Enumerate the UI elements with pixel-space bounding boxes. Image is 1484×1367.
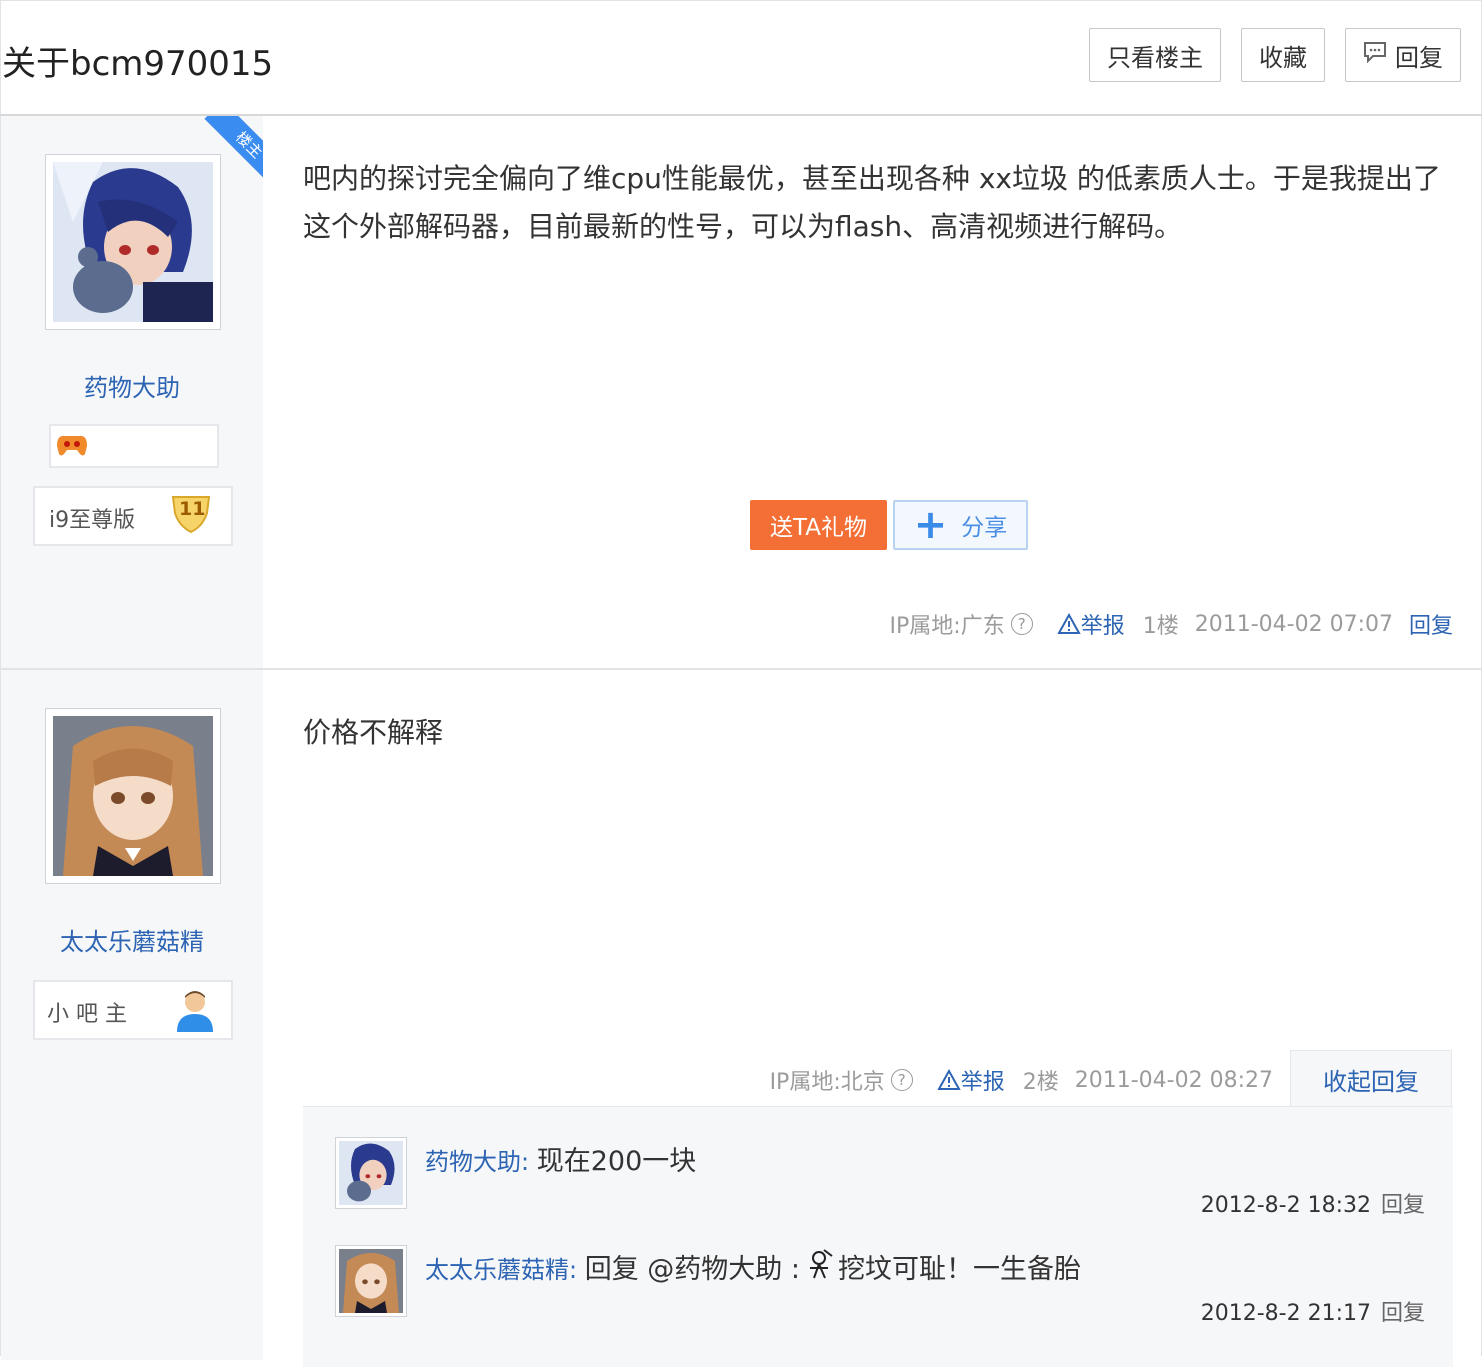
post-meta: IP属地:广东 ? 举报 1楼 2011-04-02 07:07 回复 — [890, 608, 1453, 640]
collapse-replies-button[interactable]: 收起回复 — [1290, 1050, 1452, 1108]
sub-reply-author[interactable]: 太太乐蘑菇精 — [425, 1256, 569, 1284]
avatar-image — [53, 716, 213, 876]
sub-reply-content-prefix: 回复 @药物大助 : — [584, 1254, 800, 1285]
author-name[interactable]: 药物大助 — [1, 368, 263, 403]
avatar-image — [339, 1141, 403, 1205]
post-meta: IP属地:北京 ? 举报 2楼 2011-04-02 08:27 — [770, 1064, 1273, 1096]
report-link[interactable]: 举报 — [937, 1064, 1005, 1096]
sub-reply-reply-link[interactable]: 回复 — [1381, 1193, 1425, 1218]
avatar[interactable] — [45, 708, 221, 884]
post-reply-link[interactable]: 回复 — [1409, 608, 1453, 640]
role-badge: 小 吧 主 — [33, 980, 233, 1040]
reply-button[interactable]: 回复 — [1345, 28, 1461, 82]
favorite-button[interactable]: 收藏 — [1241, 28, 1325, 82]
ip-location: IP属地:北京 — [769, 1070, 885, 1095]
avatar-image — [339, 1249, 403, 1313]
reply-button-label: 回复 — [1395, 43, 1443, 72]
share-label: 分享 — [961, 515, 1008, 541]
author-name[interactable]: 太太乐蘑菇精 — [1, 922, 263, 957]
icon-badge-box — [49, 424, 219, 468]
avatar-image — [53, 162, 213, 322]
only-lz-button[interactable]: 只看楼主 — [1089, 28, 1221, 82]
author-sidebar: 太太乐蘑菇精 小 吧 主 — [1, 670, 263, 1360]
sub-reply-content: 挖坟可耻！一生备胎 — [837, 1254, 1081, 1285]
post-content: 价格不解释 — [303, 716, 444, 749]
post: 太太乐蘑菇精 小 吧 主 价格不解释 IP属地:北京 ? 举报 2楼 2011-… — [1, 670, 1481, 1367]
sub-reply-meta: 2012-8-2 21:17 回复 — [1201, 1295, 1425, 1327]
post-time: 2011-04-02 07:07 — [1194, 611, 1393, 637]
warning-icon — [1057, 613, 1081, 634]
avatar[interactable] — [45, 154, 221, 330]
post: 楼主 药物大助 i9至尊版 11 吧内的探讨完全偏向了维cpu性能最优，甚至出现… — [1, 116, 1481, 670]
sub-reply-list: 药物大助: 现在200一块 2012-8-2 18:32 回复 太太乐蘑菇精: 回… — [303, 1106, 1453, 1367]
post-time: 2011-04-02 08:27 — [1074, 1067, 1273, 1093]
sub-reply-avatar[interactable] — [335, 1245, 407, 1317]
ip-location: IP属地:广东 — [889, 614, 1005, 639]
sub-reply-author[interactable]: 药物大助 — [425, 1148, 521, 1176]
level-number: 11 — [179, 498, 206, 520]
post-content: 吧内的探讨完全偏向了维cpu性能最优，甚至出现各种 xx垃圾 的低素质人士。于是… — [303, 162, 1441, 243]
floor-number: 1楼 — [1142, 614, 1179, 639]
author-sidebar: 楼主 药物大助 i9至尊版 11 — [1, 116, 263, 668]
warning-icon — [937, 1069, 961, 1090]
share-button[interactable]: + 分享 — [893, 500, 1028, 550]
report-link[interactable]: 举报 — [1057, 608, 1125, 640]
role-badge-label: 小 吧 主 — [47, 1002, 127, 1027]
sub-reply-time: 2012-8-2 18:32 — [1200, 1193, 1371, 1218]
sub-reply-content: 现在200一块 — [536, 1146, 697, 1177]
floor-number: 2楼 — [1022, 1070, 1059, 1095]
level-badge[interactable]: i9至尊版 11 — [33, 486, 233, 546]
user-icon — [175, 988, 215, 1036]
sub-reply-meta: 2012-8-2 18:32 回复 — [1201, 1187, 1425, 1219]
sub-reply-text: 太太乐蘑菇精: 回复 @药物大助 : 挖坟可耻！一生备胎 — [425, 1247, 1081, 1289]
sub-reply-reply-link[interactable]: 回复 — [1381, 1301, 1425, 1326]
sub-reply-avatar[interactable] — [335, 1137, 407, 1209]
plus-icon: + — [913, 502, 948, 548]
sub-reply-text: 药物大助: 现在200一块 — [425, 1146, 697, 1177]
thread-title: 关于bcm970015 — [2, 44, 274, 84]
comment-icon — [1363, 41, 1387, 69]
level-badge-name: i9至尊版 — [49, 508, 136, 533]
emoji-icon — [802, 1248, 836, 1289]
help-icon[interactable]: ? — [890, 1069, 913, 1091]
help-icon[interactable]: ? — [1010, 613, 1033, 635]
send-gift-button[interactable]: 送TA礼物 — [750, 500, 887, 550]
sub-reply-time: 2012-8-2 21:17 — [1200, 1301, 1371, 1326]
gamepad-icon — [57, 432, 87, 462]
